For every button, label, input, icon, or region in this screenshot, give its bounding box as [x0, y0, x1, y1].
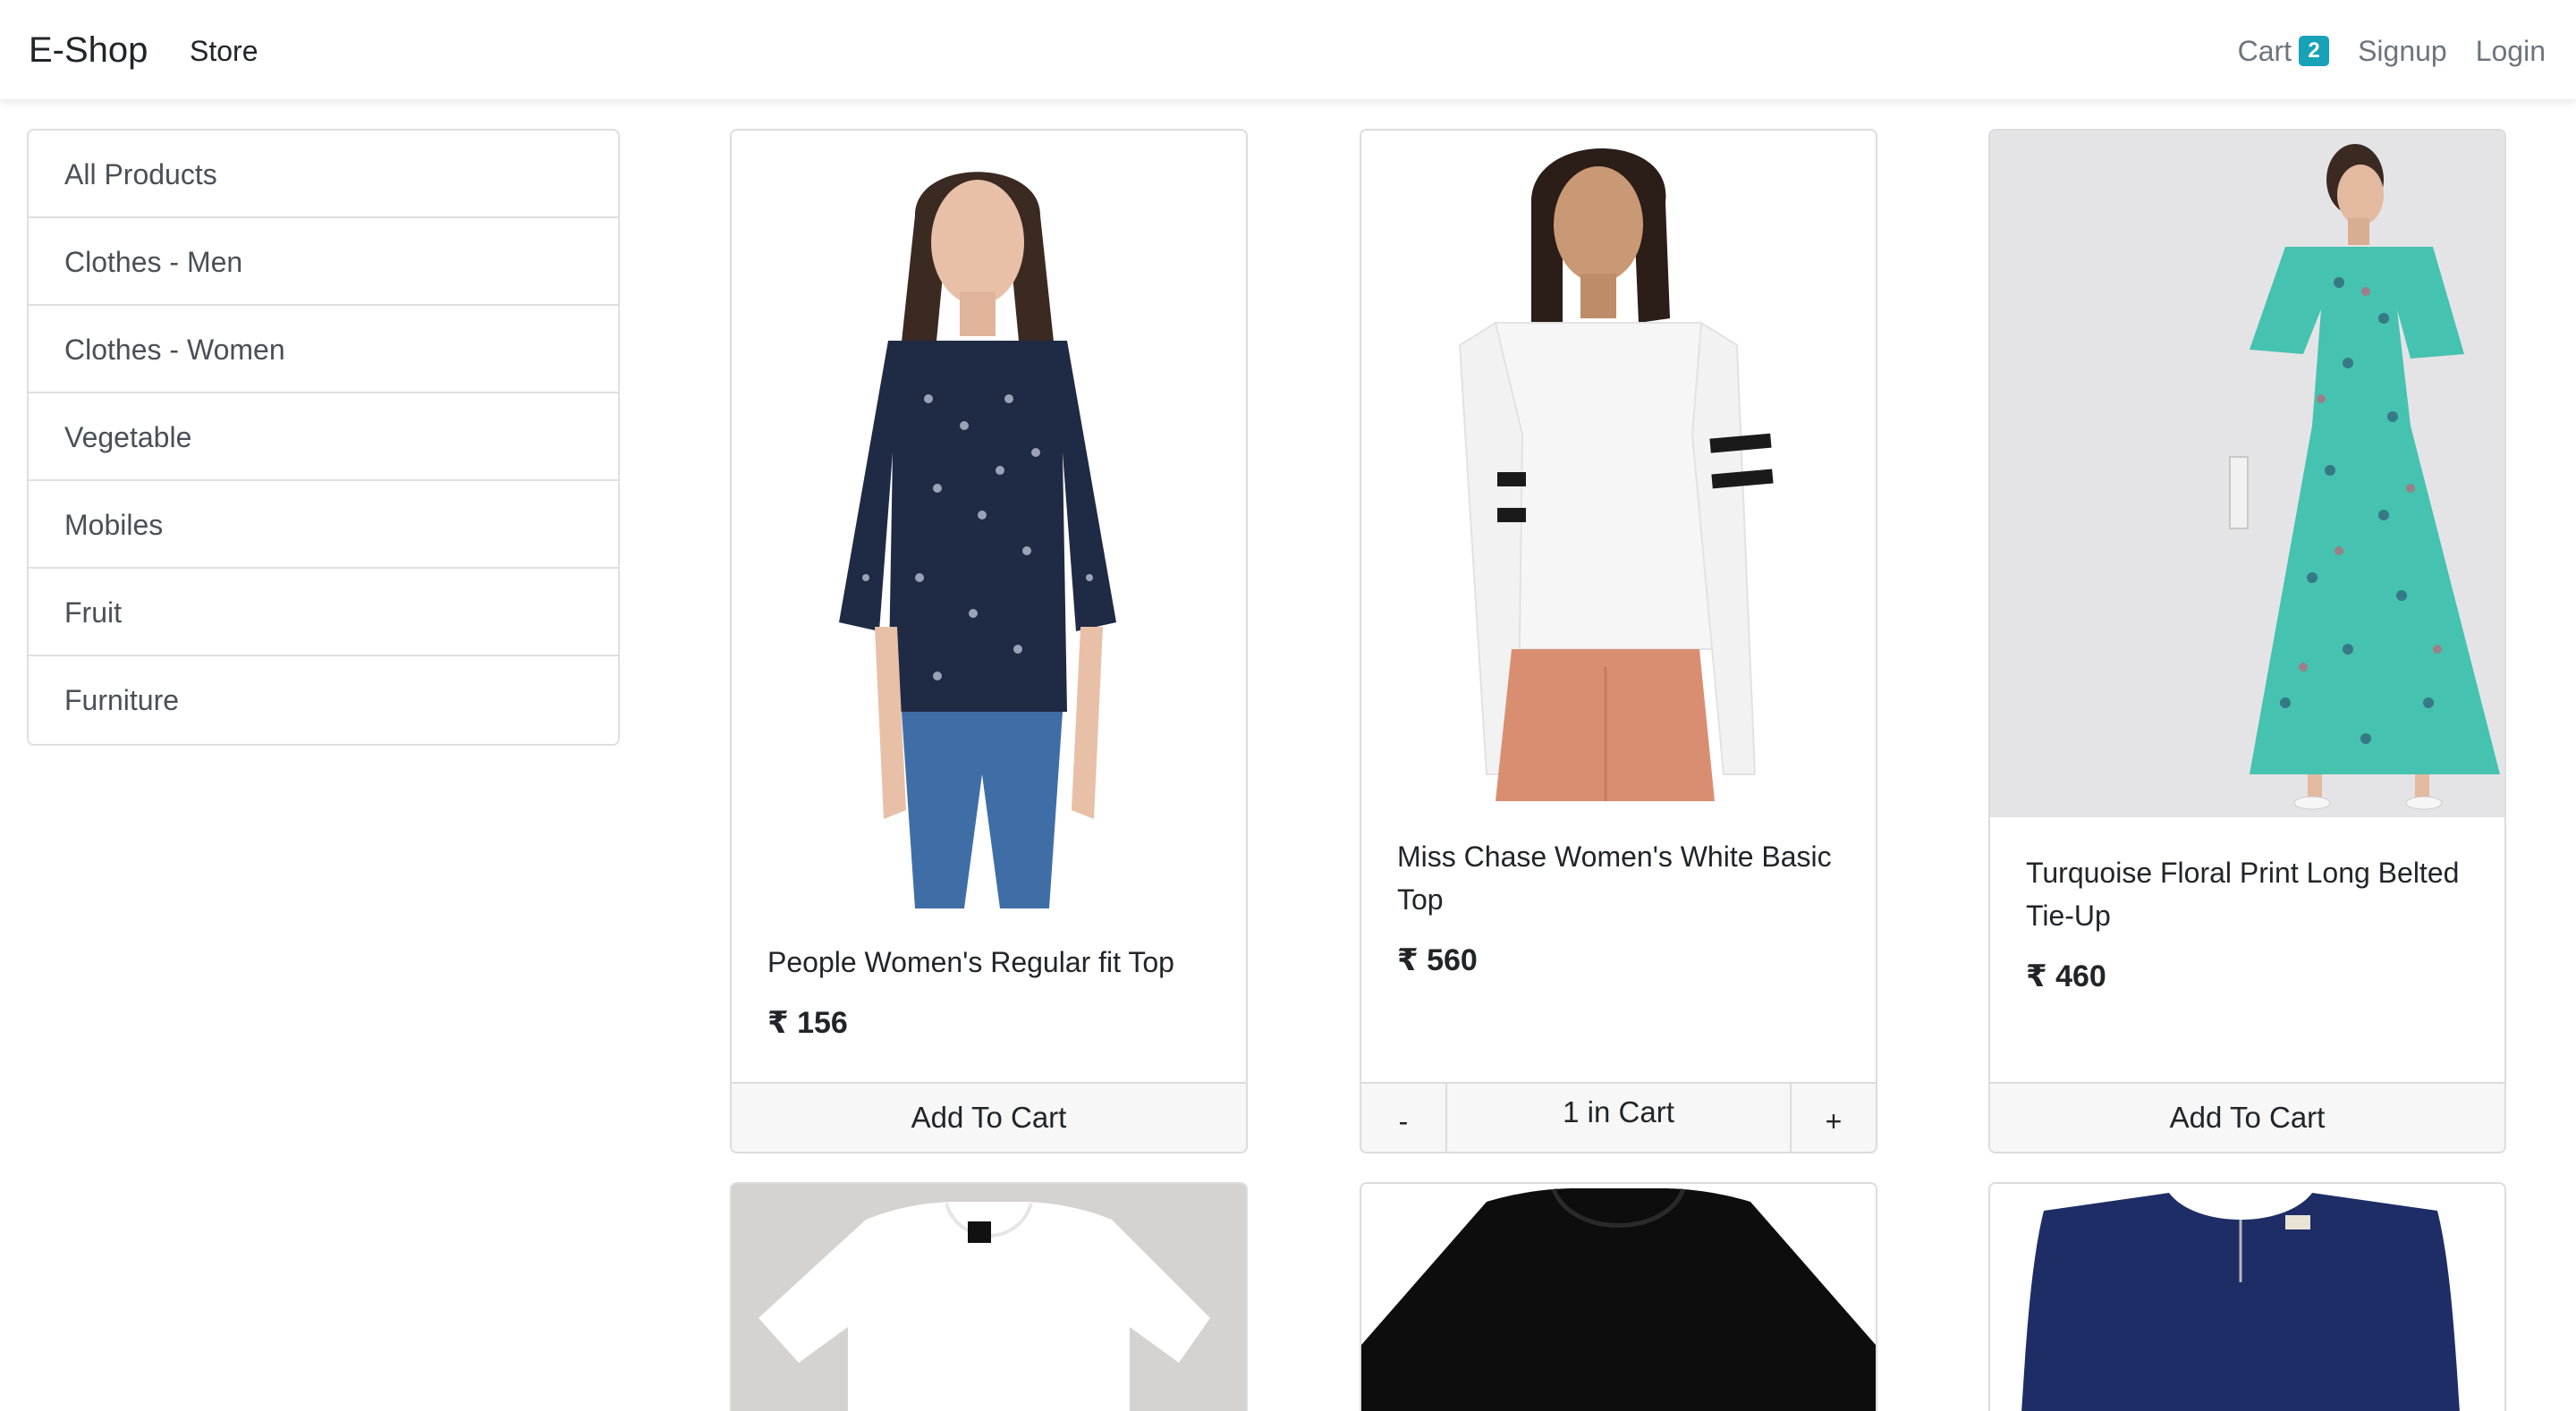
category-item-fruit[interactable]: Fruit	[29, 569, 618, 656]
card-footer: Add To Cart	[732, 1082, 1246, 1152]
nav-right-group: Cart 2 Signup Login	[2238, 32, 2546, 70]
product-price: ₹ 460	[2026, 959, 2106, 993]
category-item-clothes-men[interactable]: Clothes - Men	[29, 218, 618, 306]
category-item-mobiles[interactable]: Mobiles	[29, 481, 618, 569]
nav-signup-link[interactable]: Signup	[2358, 32, 2447, 70]
product-card: People Women's Regular fit Top ₹ 156 Add…	[730, 129, 1248, 1153]
cart-label: Cart	[2237, 35, 2292, 67]
quantity-stepper: - 1 in Cart +	[1361, 1084, 1876, 1152]
product-card	[730, 1182, 1248, 1411]
increase-quantity-button[interactable]: +	[1790, 1084, 1876, 1152]
product-title[interactable]: Turquoise Floral Print Long Belted Tie-U…	[2026, 851, 2474, 937]
product-image-white-striped-top[interactable]	[1361, 131, 1876, 801]
navbar: E-Shop Store Cart 2 Signup Login	[0, 0, 2576, 100]
card-footer: Add To Cart	[1990, 1082, 2504, 1152]
product-card	[1988, 1182, 2506, 1411]
category-list: All Products Clothes - Men Clothes - Wom…	[27, 129, 620, 746]
product-image-turquoise-floral-dress[interactable]	[1990, 131, 2504, 817]
add-to-cart-button[interactable]: Add To Cart	[732, 1084, 1246, 1152]
nav-cart-link[interactable]: Cart 2	[2237, 32, 2330, 70]
product-image-black-top[interactable]	[1361, 1184, 1876, 1411]
product-card	[1360, 1182, 1877, 1411]
category-item-vegetable[interactable]: Vegetable	[29, 393, 618, 481]
product-card: Miss Chase Women's White Basic Top ₹ 560…	[1360, 129, 1877, 1153]
brand-logo-link[interactable]: E-Shop	[29, 27, 148, 73]
nav-store-link[interactable]: Store	[190, 32, 258, 70]
cart-count-badge: 2	[2299, 36, 2330, 66]
product-image-white-tshirt[interactable]	[732, 1184, 1246, 1411]
category-item-all-products[interactable]: All Products	[29, 131, 618, 218]
category-item-clothes-women[interactable]: Clothes - Women	[29, 306, 618, 393]
product-price: ₹ 156	[767, 1006, 848, 1040]
product-image-navy-dress[interactable]	[1990, 1184, 2504, 1411]
product-price: ₹ 560	[1397, 943, 1478, 977]
cart-quantity-label: 1 in Cart	[1563, 1095, 1674, 1128]
decrease-quantity-button[interactable]: -	[1361, 1084, 1447, 1152]
product-title[interactable]: People Women's Regular fit Top	[767, 941, 1216, 984]
add-to-cart-button[interactable]: Add To Cart	[1990, 1084, 2504, 1152]
card-footer: - 1 in Cart +	[1361, 1082, 1876, 1152]
category-item-furniture[interactable]: Furniture	[29, 656, 618, 744]
product-card: Turquoise Floral Print Long Belted Tie-U…	[1988, 129, 2506, 1153]
nav-login-link[interactable]: Login	[2476, 32, 2546, 70]
product-title[interactable]: Miss Chase Women's White Basic Top	[1397, 835, 1845, 921]
product-image-navy-printed-top[interactable]	[732, 131, 1246, 908]
